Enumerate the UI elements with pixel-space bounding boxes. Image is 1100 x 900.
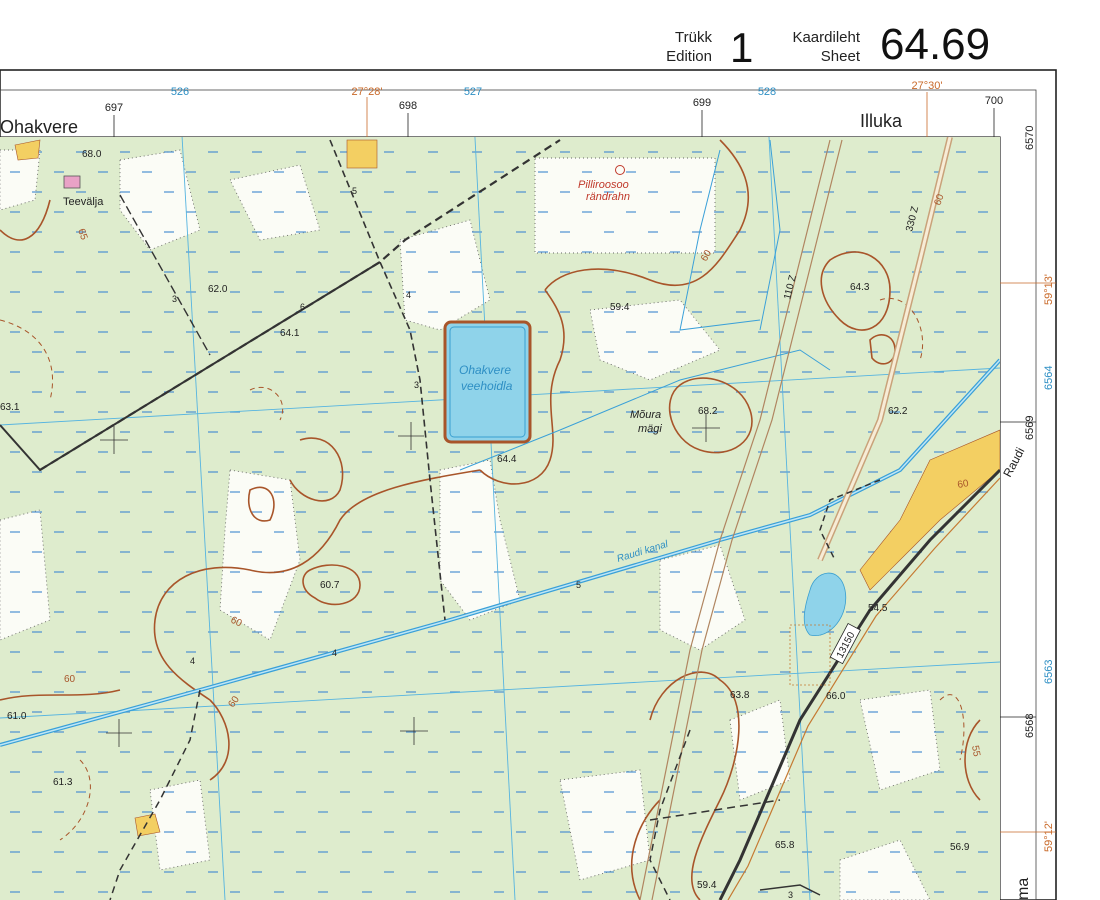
topographic-map: 526 527 528 27°28' 27°30' 697 698 699 70… [0,69,1057,900]
elevation-label: 65.8 [775,840,795,851]
hill-name-1: Mõura [630,409,661,421]
latitude-label-1: 59°13' [1043,274,1055,305]
grid-label-6570: 6570 [1024,126,1036,150]
grid-label-700: 700 [985,95,1003,107]
boulder-name-1: Pilliroosoo [578,179,629,191]
place-bottom-right: ma [1015,878,1032,900]
elevation-label: 64.1 [280,328,300,339]
grid-label-699: 699 [693,97,711,109]
ditch-number: 4 [332,648,337,658]
elevation-label: 59.4 [697,880,717,891]
elevation-label: 62.0 [208,284,228,295]
contour-label: 60 [64,674,76,685]
grid-label-526: 526 [171,86,189,98]
grid-label-698: 698 [399,100,417,112]
latitude-label-2: 59°12' [1043,821,1055,852]
ditch-number: 4 [190,656,195,666]
elevation-label: 62.2 [888,406,908,417]
elevation-label: 64.4 [497,454,517,465]
place-teevalja: Teevälja [63,196,104,208]
elevation-label: 61.0 [7,711,27,722]
ditch-number: 4 [406,290,411,300]
ditch-number: 5 [352,186,357,196]
ditch-number: 5 [576,580,581,590]
elevation-label: 63.1 [0,402,20,413]
top-frame-labels: 526 527 528 27°28' 27°30' 697 698 699 70… [0,80,1003,137]
elevation-label: 63.8 [730,690,750,701]
elevation-label: 54.5 [868,603,888,614]
right-frame-labels: 6570 6569 6568 6564 6563 59°13' 59°12' m… [1000,126,1056,900]
grid-label-6564: 6564 [1043,366,1055,390]
grid-label-527: 527 [464,86,482,98]
ditch-number: 3 [788,890,793,900]
place-ohakvere: Ohakvere [0,117,78,137]
boulder-name-2: rändrahn [586,191,630,203]
ditch-number: 3 [172,294,177,304]
grid-label-6569: 6569 [1024,416,1036,440]
elevation-label: 68.2 [698,406,718,417]
place-illuka: Illuka [860,111,903,131]
elevation-label: 60.7 [320,580,340,591]
grid-label-697: 697 [105,102,123,114]
elevation-label: 64.3 [850,282,870,293]
grid-label-6563: 6563 [1043,660,1055,684]
longitude-label-2: 27°30' [912,80,943,92]
lake-name-2: veehoidla [461,379,513,393]
lake-name-1: Ohakvere [459,363,511,377]
elevation-label: 66.0 [826,691,846,702]
ditch-number: 3 [414,380,419,390]
place-raudi: Raudi [1000,445,1027,479]
hill-name-2: mägi [638,423,662,435]
building [63,175,81,189]
elevation-label: 68.0 [82,149,102,160]
elevation-label: 59.4 [610,302,630,313]
longitude-label-1: 27°28' [352,86,383,98]
elevation-label: 56.9 [950,842,970,853]
grid-label-528: 528 [758,86,776,98]
elevation-label: 61.3 [53,777,73,788]
map-body [0,137,1000,900]
ditch-number: 6 [300,302,305,312]
